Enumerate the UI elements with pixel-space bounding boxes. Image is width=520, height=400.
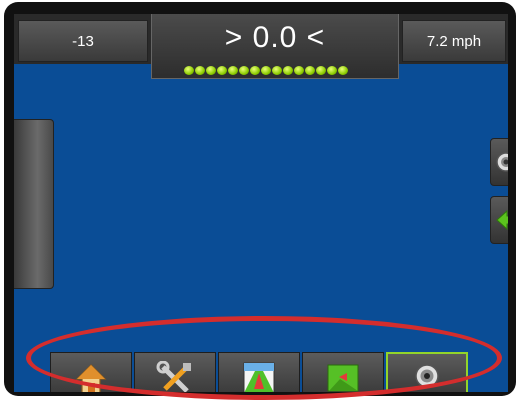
lightbar-dot (195, 66, 205, 75)
guidance-bar[interactable]: > 0.0 < (151, 14, 399, 79)
lightbar-dot (239, 66, 249, 75)
back-side-button[interactable] (490, 196, 508, 244)
arrow-left-icon (496, 209, 508, 231)
camera-icon (496, 152, 508, 172)
lightbar-dot (217, 66, 227, 75)
lightbar-dot (184, 66, 194, 75)
lightbar-indicators (184, 66, 364, 76)
lightbar-dot (327, 66, 337, 75)
camera-side-button[interactable] (490, 138, 508, 186)
lightbar-dot (228, 66, 238, 75)
lightbar-dot (283, 66, 293, 75)
cross-track-value: -13 (72, 32, 94, 50)
lightbar-dot (294, 66, 304, 75)
toolbar-highlight-oval (26, 316, 502, 400)
lightbar-dot (250, 66, 260, 75)
lightbar-dot (316, 66, 326, 75)
lightbar-dot (206, 66, 216, 75)
lightbar-dot (305, 66, 315, 75)
guidance-value: > 0.0 < (224, 21, 326, 54)
lightbar-dot (272, 66, 282, 75)
speed-readout[interactable]: 7.2 mph (402, 20, 506, 62)
cross-track-readout[interactable]: -13 (18, 20, 148, 62)
speed-value: 7.2 mph (426, 32, 482, 50)
lightbar-dot (261, 66, 271, 75)
left-panel-tab[interactable] (14, 119, 54, 289)
lightbar-dot (338, 66, 348, 75)
